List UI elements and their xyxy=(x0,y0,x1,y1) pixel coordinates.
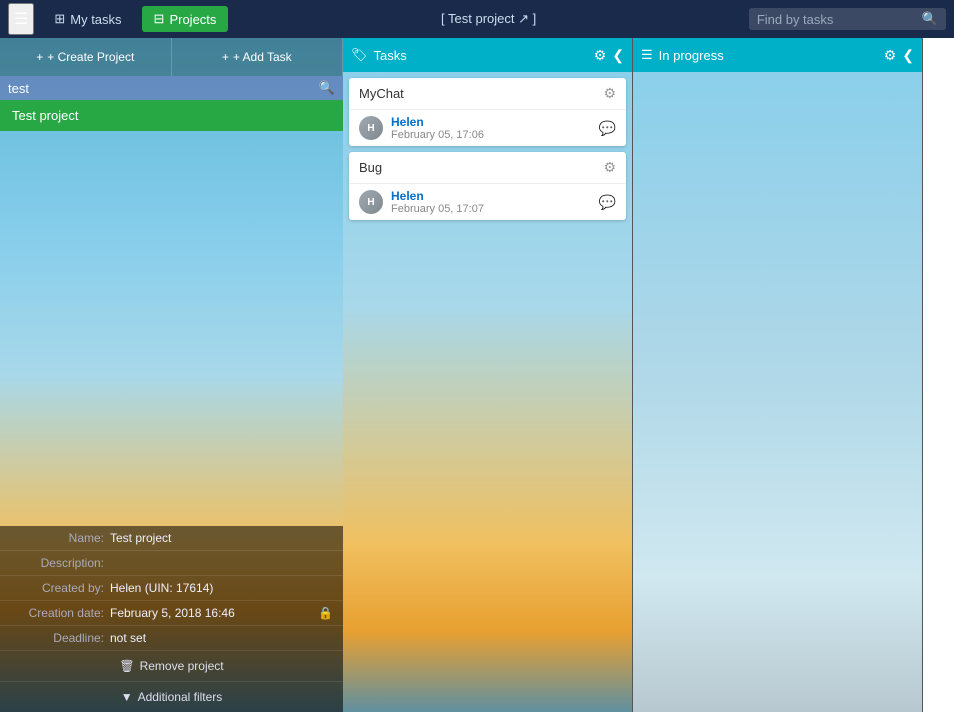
project-search-bar: 🔍 xyxy=(0,76,343,100)
create-project-label: + Create Project xyxy=(47,50,134,64)
task-bug-comment-icon[interactable]: 💬 xyxy=(599,194,616,211)
tasks-column-content: 🏷 Tasks ⚙ ❮ MyChat ⚙ xyxy=(343,38,632,712)
search-icon: 🔍 xyxy=(922,11,938,27)
project-creation-date-row: Creation date: February 5, 2018 16:46 🔒 xyxy=(0,601,343,626)
deadline-value: not set xyxy=(110,631,333,645)
top-navigation: ☰ ⊞ My tasks ⊟ Projects [ Test project ↗… xyxy=(0,0,954,38)
task-card-bug-header: Bug ⚙ xyxy=(349,152,626,183)
inprogress-collapse-button[interactable]: ❮ xyxy=(902,47,914,64)
inprogress-board-icon: ☰ xyxy=(641,47,653,63)
avatar-image: H xyxy=(359,116,383,140)
name-value: Test project xyxy=(110,531,333,545)
my-tasks-label: My tasks xyxy=(70,12,121,27)
projects-icon: ⊟ xyxy=(154,11,165,27)
tasks-column-actions: ⚙ ❮ xyxy=(594,47,624,64)
additional-filters-label: Additional filters xyxy=(138,690,223,704)
inprogress-card-list xyxy=(633,72,922,84)
task-bug-settings-button[interactable]: ⚙ xyxy=(603,159,616,176)
inprogress-column: ☰ In progress ⚙ ❮ xyxy=(633,38,923,712)
project-name: Test project xyxy=(12,108,78,123)
add-task-plus-icon: + xyxy=(222,50,229,64)
inprogress-column-header-left: ☰ In progress xyxy=(641,47,724,63)
project-info-panel: Name: Test project Description: Created … xyxy=(0,526,343,712)
inprogress-column-title: In progress xyxy=(659,48,724,63)
task-mychat-avatar: H xyxy=(359,116,383,140)
create-project-button[interactable]: + + Create Project xyxy=(0,38,172,76)
project-item[interactable]: Test project xyxy=(0,100,343,131)
task-mychat-user-info: Helen February 05, 17:06 xyxy=(391,115,591,141)
search-bar: 🔍 xyxy=(749,8,946,30)
task-card-bug: Bug ⚙ H Helen February 05, 17:07 💬 xyxy=(349,152,626,220)
tasks-settings-button[interactable]: ⚙ xyxy=(594,47,607,64)
tasks-column-title: Tasks xyxy=(374,48,407,63)
project-created-by-row: Created by: Helen (UIN: 17614) xyxy=(0,576,343,601)
task-bug-user-name[interactable]: Helen xyxy=(391,189,591,203)
task-card-bug-body: H Helen February 05, 17:07 💬 xyxy=(349,183,626,220)
task-card-mychat-body: H Helen February 05, 17:06 💬 xyxy=(349,109,626,146)
task-bug-user-date: February 05, 17:07 xyxy=(391,203,591,215)
description-label: Description: xyxy=(10,556,110,570)
inprogress-column-content: ☰ In progress ⚙ ❮ xyxy=(633,38,922,712)
created-by-label: Created by: xyxy=(10,581,110,595)
tasks-column: 🏷 Tasks ⚙ ❮ MyChat ⚙ xyxy=(343,38,633,712)
trash-icon: 🗑 xyxy=(119,659,134,673)
task-card-mychat-header: MyChat ⚙ xyxy=(349,78,626,109)
columns-area: 🏷 Tasks ⚙ ❮ MyChat ⚙ xyxy=(343,38,954,712)
inprogress-column-header: ☰ In progress ⚙ ❮ xyxy=(633,38,922,72)
created-by-value: Helen (UIN: 17614) xyxy=(110,581,333,595)
add-task-button[interactable]: + + Add Task xyxy=(172,38,344,76)
avatar-image: H xyxy=(359,190,383,214)
tasks-column-header-left: 🏷 Tasks xyxy=(351,47,407,63)
left-panel-content: + + Create Project + + Add Task 🔍 Test p… xyxy=(0,38,343,712)
inprogress-settings-button[interactable]: ⚙ xyxy=(884,47,897,64)
search-input[interactable] xyxy=(757,12,917,27)
my-tasks-button[interactable]: ⊞ My tasks xyxy=(42,6,133,32)
remove-project-label: Remove project xyxy=(140,659,224,673)
deadline-label: Deadline: xyxy=(10,631,110,645)
name-label: Name: xyxy=(10,531,110,545)
project-description-row: Description: xyxy=(0,551,343,576)
task-card-mychat: MyChat ⚙ H Helen February 05, 17:06 💬 xyxy=(349,78,626,146)
tasks-bookmark-icon: 🏷 xyxy=(351,47,368,63)
task-bug-avatar: H xyxy=(359,190,383,214)
tasks-card-list: MyChat ⚙ H Helen February 05, 17:06 💬 xyxy=(343,72,632,226)
creation-date-value: February 5, 2018 16:46 xyxy=(110,606,312,620)
task-mychat-title[interactable]: MyChat xyxy=(359,86,404,101)
project-deadline-row: Deadline: not set xyxy=(0,626,343,651)
project-name-row: Name: Test project xyxy=(0,526,343,551)
project-list: Test project xyxy=(0,100,343,526)
filter-icon: ▼ xyxy=(121,690,133,704)
left-actions-bar: + + Create Project + + Add Task xyxy=(0,38,343,76)
creation-date-label: Creation date: xyxy=(10,606,110,620)
tasks-column-header: 🏷 Tasks ⚙ ❮ xyxy=(343,38,632,72)
left-panel: + + Create Project + + Add Task 🔍 Test p… xyxy=(0,38,343,712)
task-mychat-user-date: February 05, 17:06 xyxy=(391,129,591,141)
projects-button[interactable]: ⊟ Projects xyxy=(142,6,229,32)
task-mychat-user-name[interactable]: Helen xyxy=(391,115,591,129)
tasks-collapse-button[interactable]: ❮ xyxy=(612,47,624,64)
task-bug-title[interactable]: Bug xyxy=(359,160,382,175)
inprogress-column-actions: ⚙ ❮ xyxy=(884,47,914,64)
task-bug-user-info: Helen February 05, 17:07 xyxy=(391,189,591,215)
main-layout: + + Create Project + + Add Task 🔍 Test p… xyxy=(0,38,954,712)
remove-project-button[interactable]: 🗑 Remove project xyxy=(0,651,343,682)
plus-icon: + xyxy=(36,50,43,64)
my-tasks-icon: ⊞ xyxy=(54,11,65,27)
project-search-input[interactable] xyxy=(8,81,314,96)
projects-label: Projects xyxy=(169,12,216,27)
additional-filters-button[interactable]: ▼ Additional filters xyxy=(0,682,343,712)
task-mychat-settings-button[interactable]: ⚙ xyxy=(603,85,616,102)
hamburger-menu[interactable]: ☰ xyxy=(8,3,34,35)
add-task-label: + Add Task xyxy=(233,50,292,64)
lock-icon: 🔒 xyxy=(318,606,333,620)
project-title: [ Test project ↗ ] xyxy=(236,11,740,27)
project-search-icon: 🔍 xyxy=(319,80,335,96)
task-mychat-comment-icon[interactable]: 💬 xyxy=(599,120,616,137)
